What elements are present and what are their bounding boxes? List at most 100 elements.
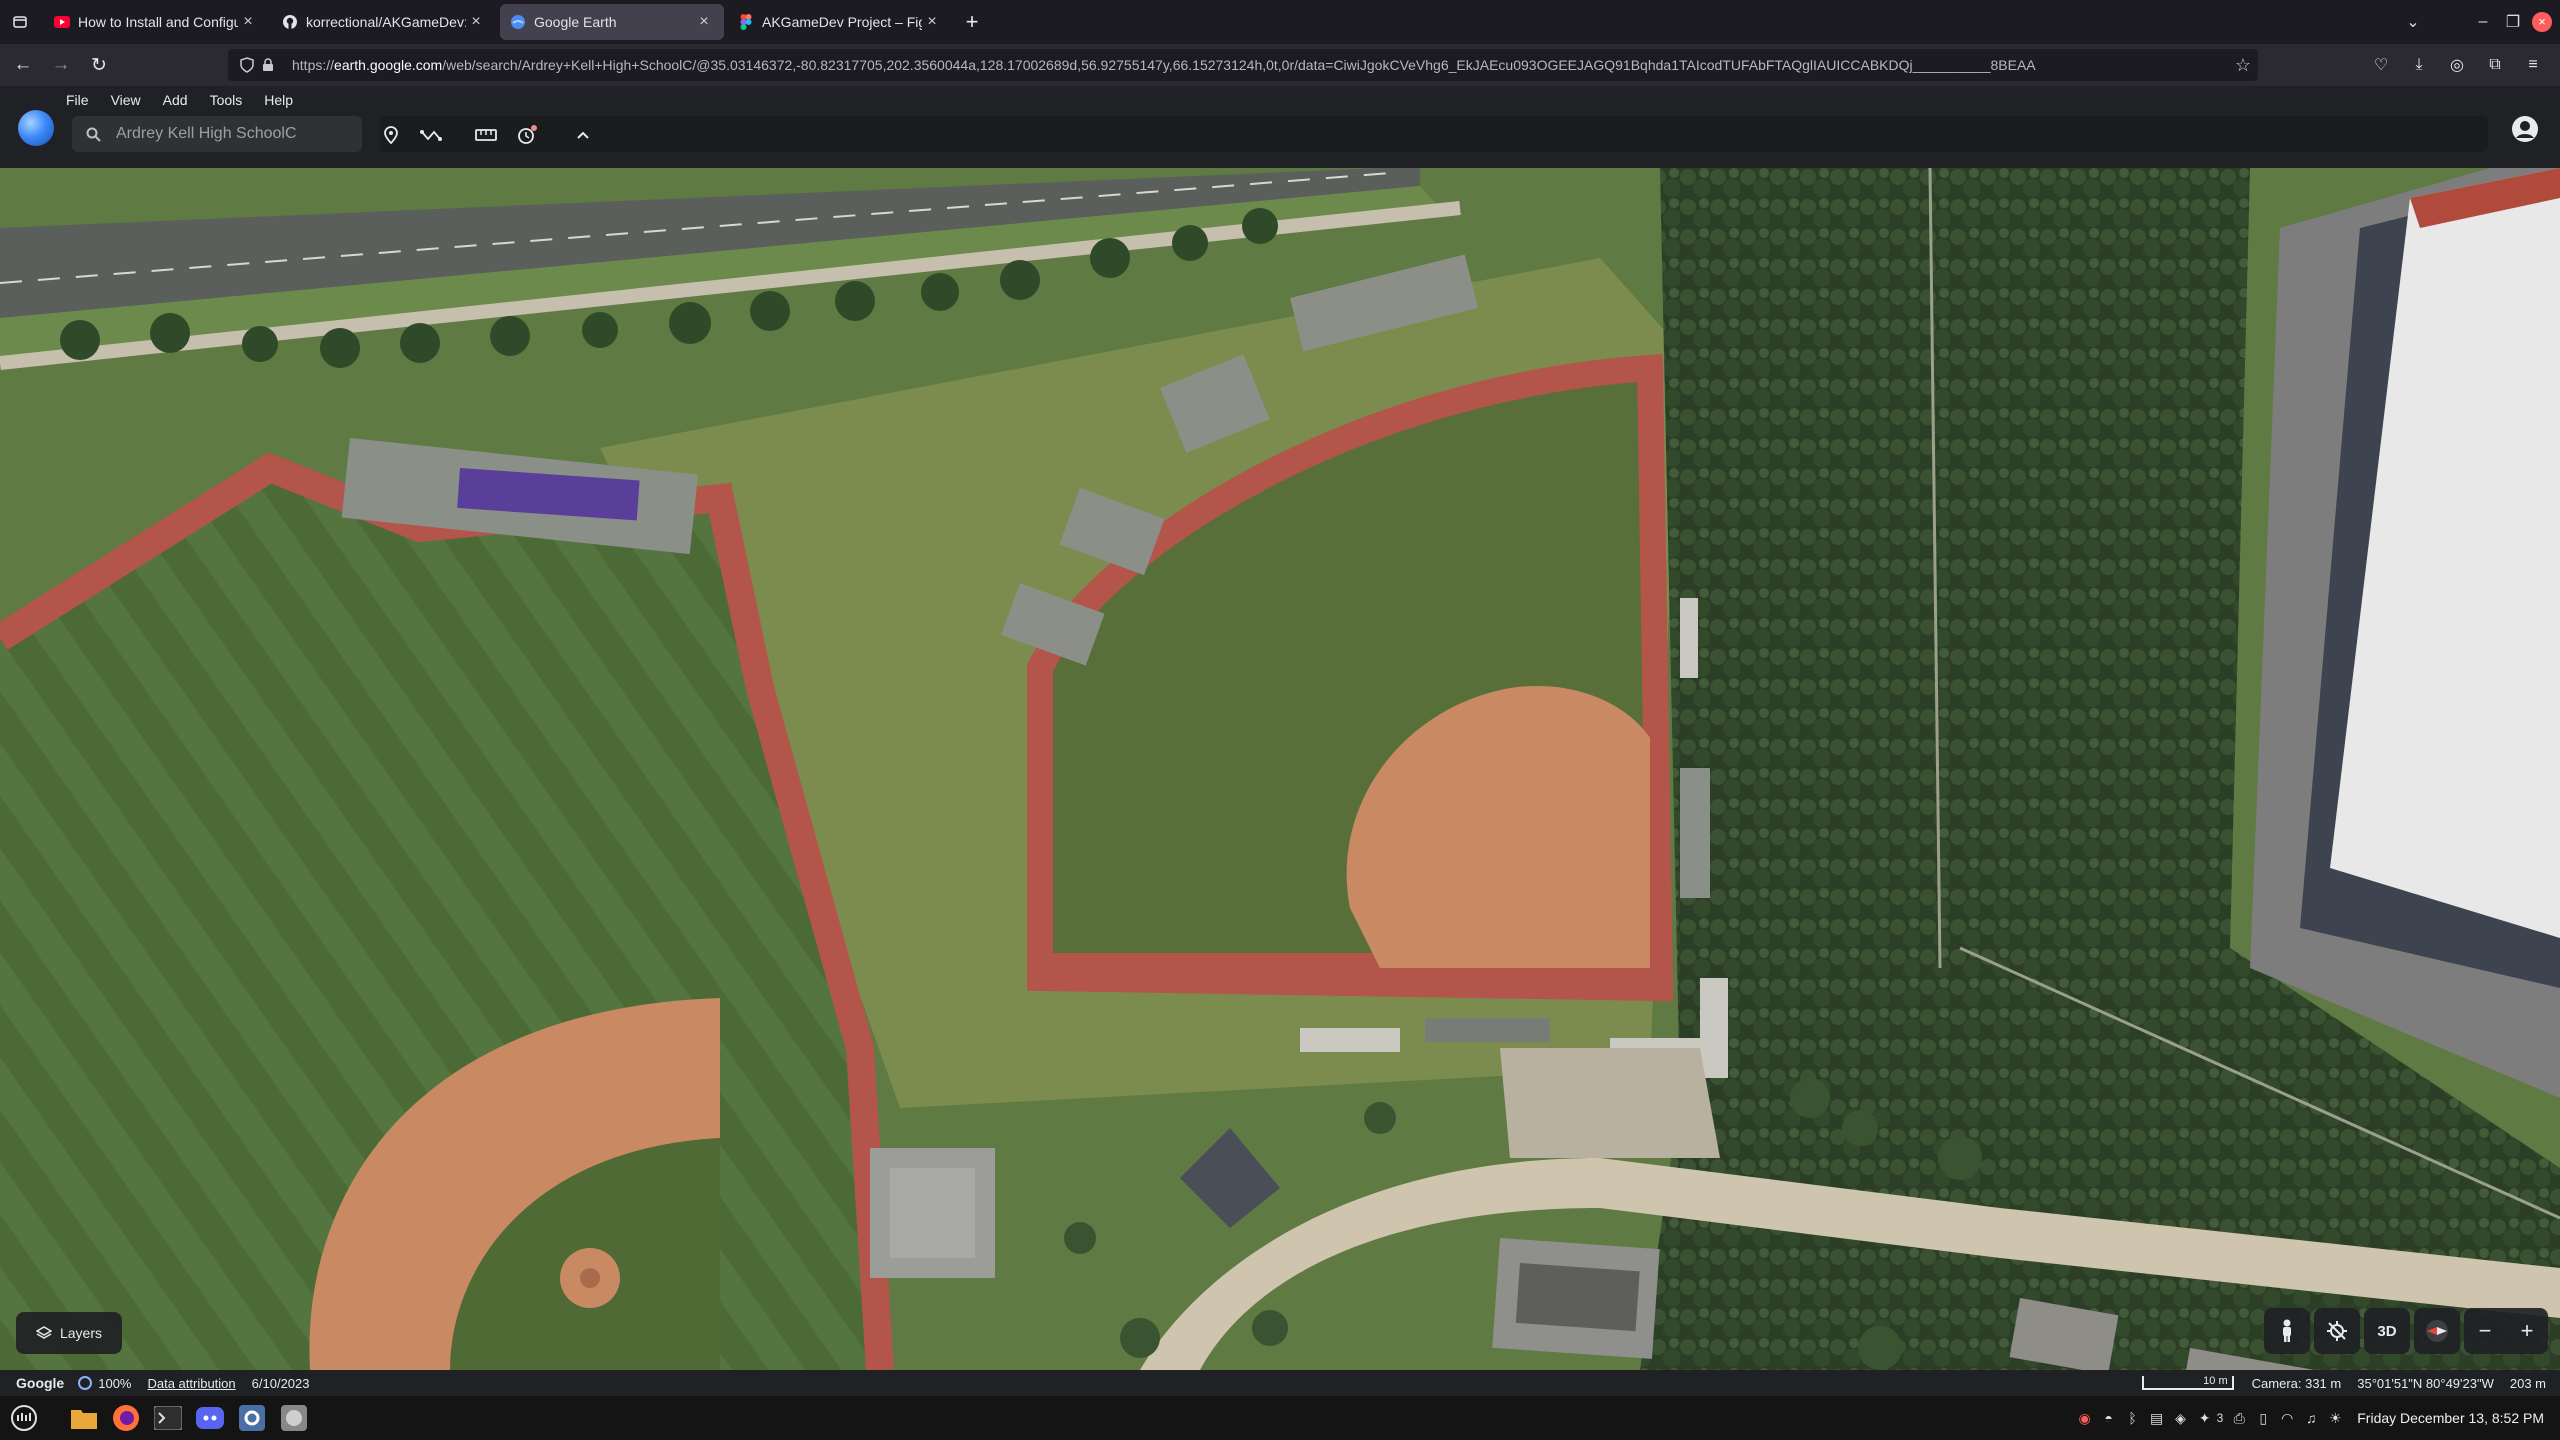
satellite-map-view[interactable]	[0, 168, 2560, 1370]
compass-icon[interactable]	[2414, 1308, 2460, 1354]
browser-tab-google-earth[interactable]: Google Earth ×	[500, 4, 724, 40]
layers-label: Layers	[59, 1325, 103, 1341]
system-tray: ◉ ◓ ᛒ ▤ ◈ ✦ 3 ⎙ ▯ ◠ ♫ ☀ Friday December …	[2073, 1396, 2544, 1440]
progress-ring-icon	[78, 1376, 93, 1390]
url-domain: earth.google.com	[334, 57, 443, 73]
os-taskbar: ◉ ◓ ᛒ ▤ ◈ ✦ 3 ⎙ ▯ ◠ ♫ ☀ Friday December …	[0, 1396, 2560, 1440]
close-tab-icon[interactable]: ×	[922, 13, 942, 31]
account-avatar-icon[interactable]	[2510, 114, 2540, 144]
lock-icon[interactable]	[262, 58, 284, 72]
tab-title: AKGameDev Project – Fig...	[762, 14, 922, 30]
battery-icon[interactable]: ▯	[2251, 1410, 2275, 1427]
url-text: https://earth.google.com/web/search/Ardr…	[292, 57, 2228, 73]
google-logo-text: Google	[16, 1375, 65, 1391]
zoom-in-button[interactable]: +	[2521, 1318, 2534, 1344]
reload-icon[interactable]: ↻	[80, 44, 118, 86]
zoom-control: − +	[2464, 1308, 2548, 1354]
account-icon[interactable]: ◎	[2438, 55, 2476, 75]
url-path: /web/search/Ardrey+Kell+High+SchoolC/@35…	[442, 57, 2036, 73]
extensions-icon[interactable]: ⧉	[2476, 56, 2514, 74]
browser-tab-youtube[interactable]: How to Install and Configu ×	[44, 4, 268, 40]
scale-bar: 10 m	[2141, 1375, 2234, 1390]
notifications-icon[interactable]: ✦	[2193, 1410, 2217, 1427]
settings-app-icon[interactable]	[232, 1398, 272, 1438]
bookmark-star-icon[interactable]: ☆	[2228, 55, 2258, 76]
layers-icon	[35, 1326, 52, 1340]
view-3d-button[interactable]: 3D	[2364, 1308, 2410, 1354]
earth-status-bar: Google 100% Data attribution 6/10/2023 1…	[0, 1370, 2560, 1396]
menu-add[interactable]: Add	[163, 92, 188, 108]
clipboard-icon[interactable]: ▤	[2145, 1410, 2169, 1427]
back-icon[interactable]: ←	[4, 44, 42, 86]
github-icon	[282, 14, 298, 30]
menu-view[interactable]: View	[111, 92, 141, 108]
elevation: 203 m	[2509, 1375, 2546, 1391]
historical-imagery-icon[interactable]	[514, 122, 540, 148]
data-attribution-link[interactable]: Data attribution	[147, 1376, 235, 1391]
google-earth-icon	[510, 14, 526, 30]
window-close-icon[interactable]: ×	[2532, 12, 2552, 32]
camera-altitude: Camera: 331 m	[2251, 1375, 2342, 1391]
shield-tray-icon[interactable]: ◈	[2169, 1410, 2193, 1427]
terminal-app-icon[interactable]	[148, 1398, 188, 1438]
collapse-toolbar-icon[interactable]	[570, 122, 596, 148]
youtube-icon	[54, 14, 70, 30]
google-earth-app-icon[interactable]	[274, 1398, 314, 1438]
printer-icon[interactable]: ⎙	[2227, 1410, 2251, 1427]
google-earth-logo[interactable]	[18, 110, 54, 146]
clock[interactable]: Friday December 13, 8:52 PM	[2357, 1410, 2544, 1426]
earth-header: File View Add Tools Help Ardrey Kell Hig…	[0, 86, 2560, 168]
browser-tab-github[interactable]: korrectional/AKGameDev: ×	[272, 4, 496, 40]
record-indicator-icon[interactable]: ◉	[2073, 1410, 2097, 1427]
menu-help[interactable]: Help	[264, 92, 293, 108]
layers-button[interactable]: Layers	[16, 1312, 122, 1354]
close-tab-icon[interactable]: ×	[466, 13, 486, 31]
zoom-out-button[interactable]: −	[2479, 1318, 2492, 1344]
tab-title: How to Install and Configu	[78, 14, 238, 30]
bluetooth-icon[interactable]: ᛒ	[2121, 1410, 2145, 1426]
firefox-app-icon[interactable]	[106, 1398, 146, 1438]
restore-icon[interactable]: ❐	[2498, 12, 2528, 32]
downloads-icon[interactable]: ⤓	[2400, 56, 2438, 74]
close-tab-icon[interactable]: ×	[694, 13, 714, 31]
status-right: 10 m Camera: 331 m 35°01'51"N 80°49'23"W…	[2141, 1370, 2546, 1396]
minimize-icon[interactable]: –	[2468, 13, 2498, 31]
notification-count: 3	[2216, 1411, 2224, 1425]
pegman-icon[interactable]	[2264, 1308, 2310, 1354]
brightness-icon[interactable]: ☀	[2323, 1410, 2347, 1427]
figma-icon	[738, 14, 754, 30]
coordinates: 35°01'51"N 80°49'23"W	[2357, 1375, 2494, 1391]
shield-icon[interactable]	[240, 57, 262, 73]
url-scheme: https://	[292, 57, 335, 73]
new-tab-icon[interactable]: +	[952, 0, 992, 44]
tab-title: korrectional/AKGameDev:	[306, 14, 466, 30]
list-all-tabs-icon[interactable]: ⌄	[2398, 12, 2428, 32]
pocket-icon[interactable]: ♡	[2362, 55, 2400, 75]
wifi-icon[interactable]: ◠	[2275, 1410, 2299, 1427]
forward-icon[interactable]: →	[42, 44, 80, 86]
discord-app-icon[interactable]	[190, 1398, 230, 1438]
menu-file[interactable]: File	[66, 92, 89, 108]
measure-ruler-icon[interactable]	[473, 122, 499, 148]
browser-tab-figma[interactable]: AKGameDev Project – Fig... ×	[728, 4, 952, 40]
tab-list-icon[interactable]	[0, 0, 40, 44]
menu-icon[interactable]: ≡	[2514, 56, 2552, 74]
load-percent: 100%	[98, 1375, 132, 1391]
files-app-icon[interactable]	[64, 1398, 104, 1438]
start-menu-icon[interactable]	[4, 1398, 44, 1438]
imagery-date: 6/10/2023	[251, 1375, 310, 1391]
scale-label: 10 m	[2203, 1375, 2228, 1387]
satellite-imagery	[0, 168, 2560, 1370]
url-field[interactable]: https://earth.google.com/web/search/Ardr…	[228, 49, 2258, 81]
placemark-icon[interactable]	[378, 122, 404, 148]
search-icon	[86, 127, 108, 142]
discord-tray-icon[interactable]: ◓	[2097, 1410, 2121, 1426]
menu-tools[interactable]: Tools	[210, 92, 243, 108]
toolbar-right: ♡ ⤓ ◎ ⧉ ≡	[2362, 44, 2552, 86]
close-tab-icon[interactable]: ×	[238, 13, 258, 31]
volume-icon[interactable]: ♫	[2299, 1410, 2323, 1426]
path-icon[interactable]	[418, 122, 444, 148]
location-off-icon[interactable]	[2314, 1308, 2360, 1354]
window-controls: ⌄ – ❐ ×	[2398, 0, 2560, 44]
search-input[interactable]: Ardrey Kell High SchoolC	[72, 116, 362, 152]
